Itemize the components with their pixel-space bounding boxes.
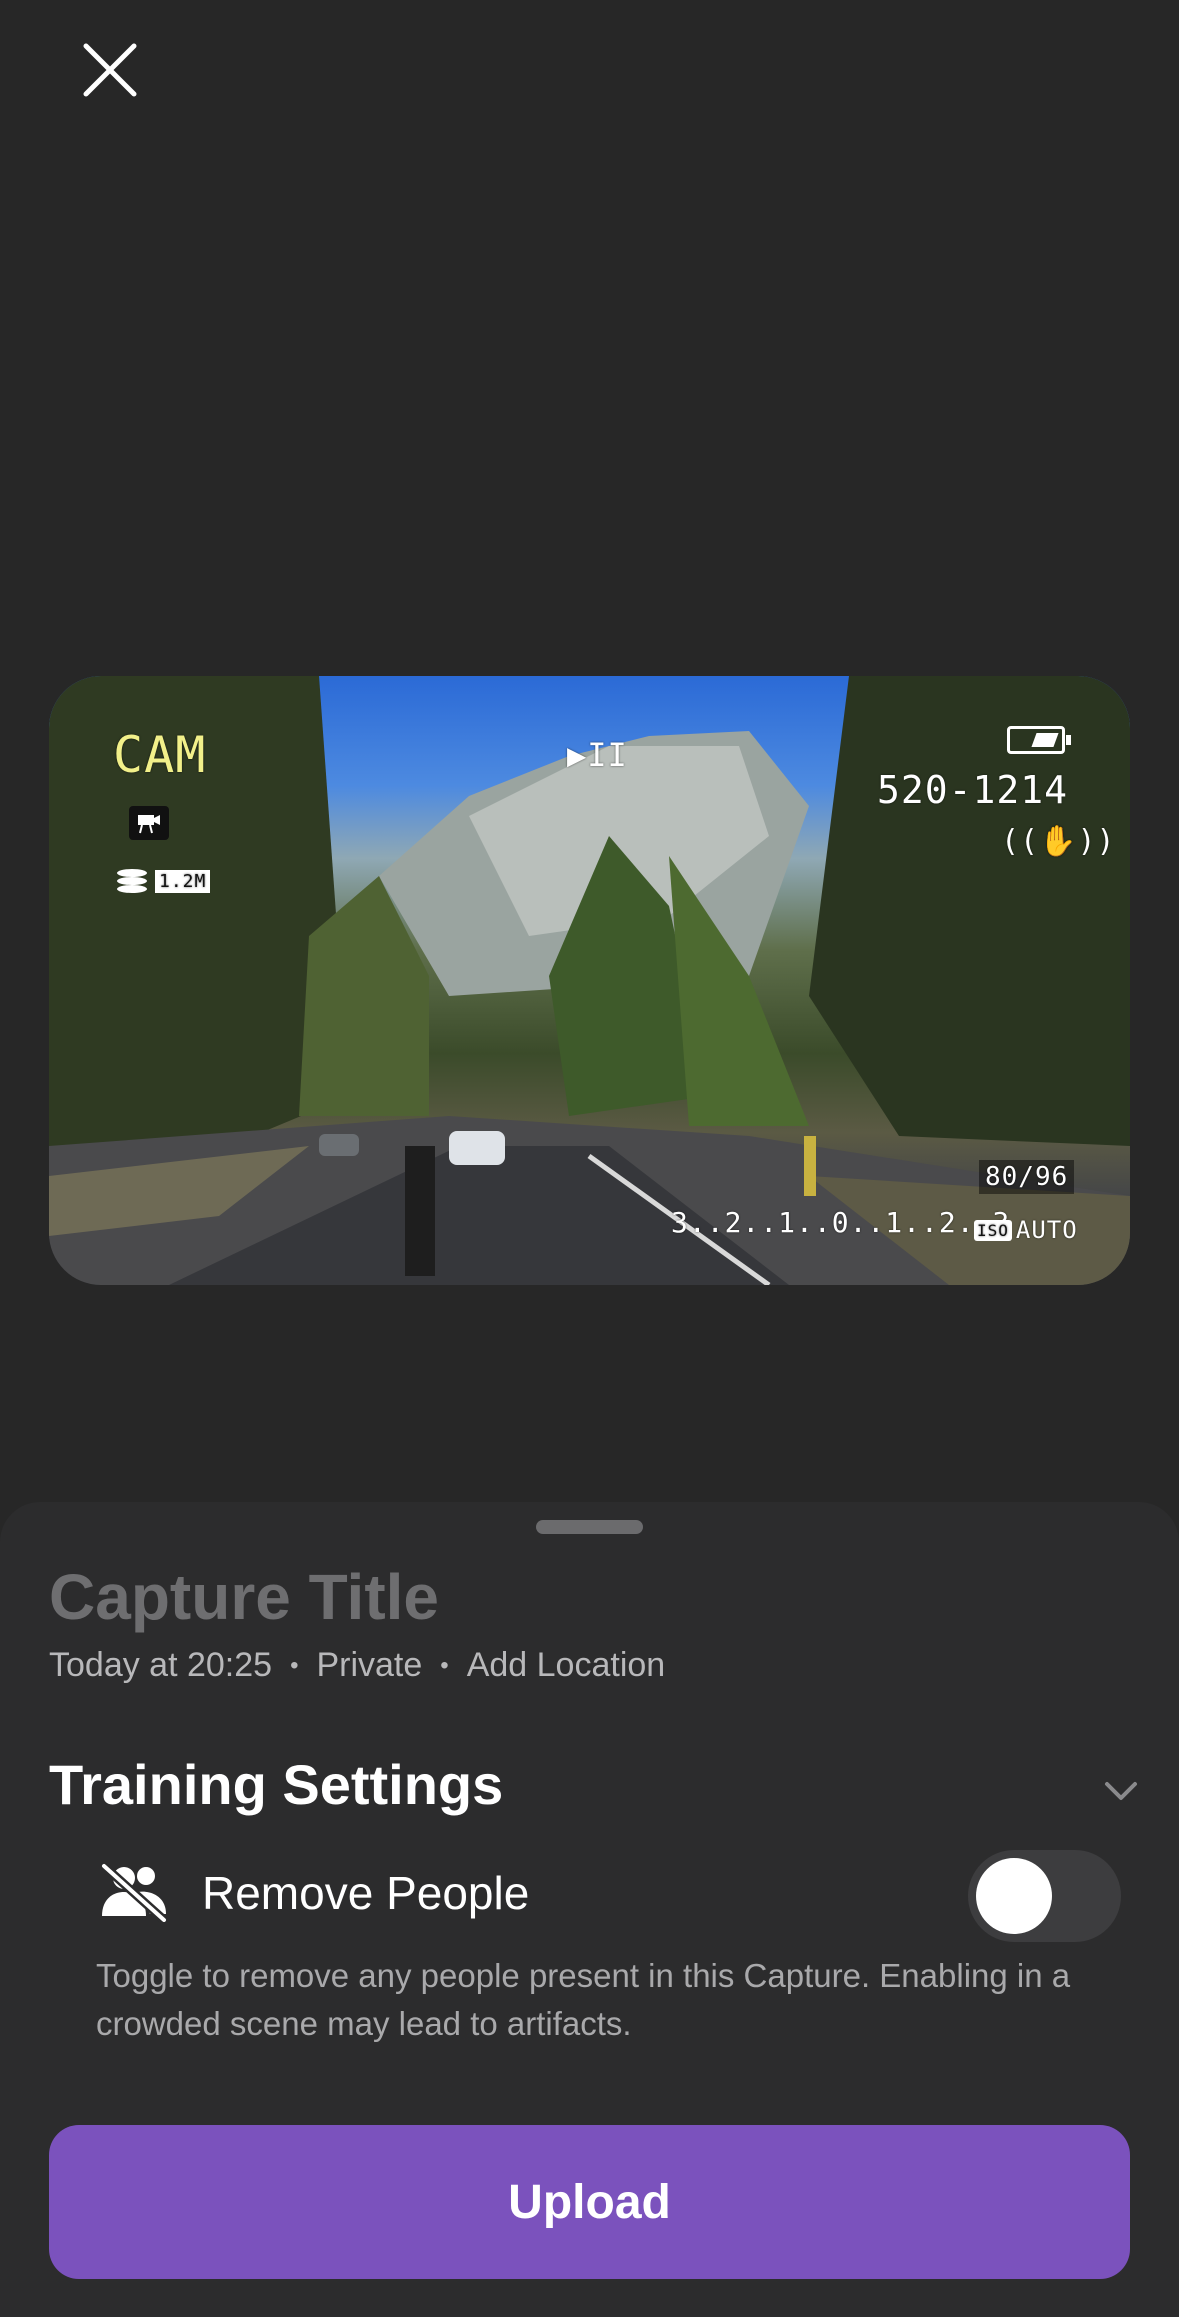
iso-indicator: ISO AUTO: [974, 1216, 1078, 1244]
meta-separator: •: [440, 1651, 449, 1679]
people-slash-icon: [100, 1862, 168, 1922]
play-pause-icon: ▶II: [567, 736, 628, 774]
sheet-grabber[interactable]: [536, 1520, 643, 1534]
capture-meta: Today at 20:25 • Private • Add Location: [49, 1646, 665, 1685]
remove-people-toggle[interactable]: [968, 1850, 1121, 1942]
tape-counter: 520-1214: [876, 768, 1068, 812]
privacy-button[interactable]: Private: [316, 1646, 422, 1685]
capture-time: Today at 20:25: [49, 1646, 273, 1684]
upload-button[interactable]: Upload: [49, 2125, 1130, 2279]
add-location-button[interactable]: Add Location: [467, 1646, 666, 1685]
close-icon: [83, 43, 137, 97]
mode-label: CAM: [113, 726, 207, 784]
training-settings-heading: Training Settings: [49, 1753, 504, 1816]
movie-camera-icon: [129, 806, 169, 840]
toggle-knob: [976, 1858, 1052, 1934]
remove-people-label: Remove People: [202, 1867, 530, 1919]
storage-badge: 1.2M: [155, 869, 211, 893]
stabilization-icon: ((✋)): [1001, 824, 1116, 859]
capture-title-input[interactable]: Capture Title: [49, 1560, 439, 1634]
capture-preview[interactable]: CAM ▶II 520-1214 ((✋)) 1.2M 80/96 3..2..…: [49, 676, 1130, 1285]
battery-icon: [1007, 726, 1071, 754]
frame-count: 80/96: [979, 1160, 1075, 1194]
meta-separator: •: [290, 1651, 299, 1679]
remove-people-help: Toggle to remove any people present in t…: [96, 1957, 1071, 2042]
chevron-down-icon[interactable]: [1101, 1770, 1141, 1810]
iso-badge: ISO: [974, 1219, 1012, 1241]
exposure-scale: 3..2..1..0..1..2..3: [671, 1206, 1011, 1239]
iso-value: AUTO: [1015, 1216, 1078, 1244]
capture-details-sheet: Capture Title Today at 20:25 • Private •…: [0, 1502, 1179, 2317]
storage-indicator: 1.2M: [115, 868, 211, 894]
storage-stack-icon: [117, 869, 147, 893]
close-button[interactable]: [78, 38, 142, 102]
